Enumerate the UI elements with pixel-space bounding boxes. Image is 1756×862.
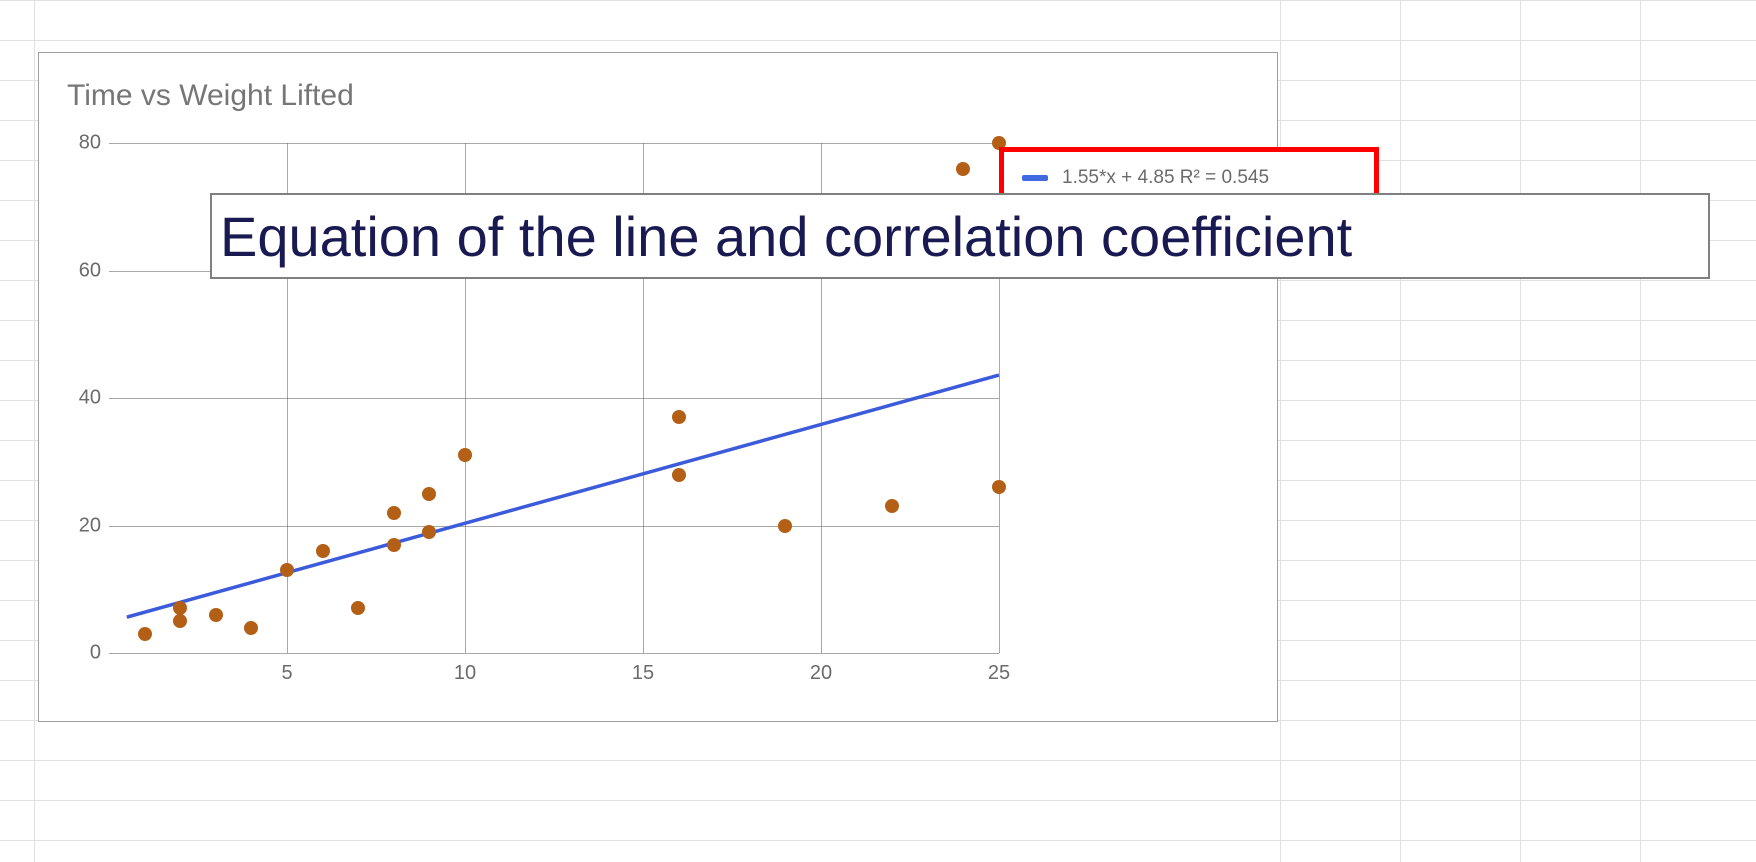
scatter-point[interactable] <box>778 519 792 533</box>
scatter-point[interactable] <box>351 601 365 615</box>
scatter-point[interactable] <box>422 525 436 539</box>
scatter-point[interactable] <box>672 468 686 482</box>
legend-text: 1.55*x + 4.85 R² = 0.545 <box>1062 167 1269 189</box>
scatter-point[interactable] <box>885 499 899 513</box>
chart-title: Time vs Weight Lifted <box>67 79 354 113</box>
y-tick-label: 60 <box>69 259 101 282</box>
scatter-point[interactable] <box>173 614 187 628</box>
y-tick-label: 40 <box>69 387 101 410</box>
x-tick-label: 25 <box>988 662 1010 685</box>
x-tick-label: 10 <box>454 662 476 685</box>
scatter-point[interactable] <box>992 480 1006 494</box>
y-tick-label: 20 <box>69 514 101 537</box>
scatter-point[interactable] <box>672 410 686 424</box>
annotation-callout: Equation of the line and correlation coe… <box>210 193 1710 279</box>
scatter-point[interactable] <box>956 162 970 176</box>
scatter-point[interactable] <box>316 544 330 558</box>
legend-swatch-icon <box>1022 175 1048 181</box>
x-tick-label: 15 <box>632 662 654 685</box>
x-tick-label: 5 <box>281 662 292 685</box>
scatter-point[interactable] <box>422 487 436 501</box>
annotation-text: Equation of the line and correlation coe… <box>220 204 1352 269</box>
chart-container[interactable]: Time vs Weight Lifted 0 20 40 60 80 5 10 15 20 2… <box>38 52 1278 722</box>
scatter-point[interactable] <box>244 621 258 635</box>
scatter-point[interactable] <box>387 506 401 520</box>
x-tick-label: 20 <box>810 662 832 685</box>
scatter-point[interactable] <box>209 608 223 622</box>
y-tick-label: 80 <box>69 132 101 155</box>
scatter-point[interactable] <box>138 627 152 641</box>
y-tick-label: 0 <box>69 642 101 665</box>
scatter-point[interactable] <box>458 448 472 462</box>
scatter-point[interactable] <box>280 563 294 577</box>
scatter-point[interactable] <box>387 538 401 552</box>
